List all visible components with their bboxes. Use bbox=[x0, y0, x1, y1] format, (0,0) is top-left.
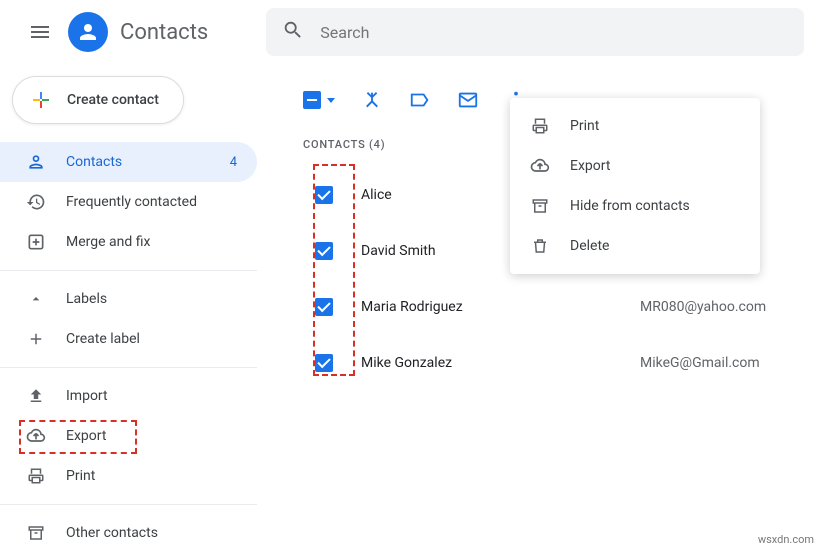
sidebar-labels-toggle[interactable]: Labels bbox=[0, 279, 257, 319]
watermark: wsxdn.com bbox=[758, 533, 814, 546]
hamburger-icon bbox=[28, 20, 52, 44]
plus-icon bbox=[26, 330, 46, 348]
label-button[interactable] bbox=[409, 89, 431, 111]
sidebar-item-label: Other contacts bbox=[66, 525, 237, 541]
sidebar-item-count: 4 bbox=[230, 155, 237, 170]
sidebar-create-label[interactable]: Create label bbox=[0, 319, 257, 359]
menu-hide[interactable]: Hide from contacts bbox=[510, 186, 760, 226]
row-checkbox[interactable] bbox=[315, 242, 333, 260]
contact-email: MikeG@Gmail.com bbox=[640, 355, 820, 371]
trash-icon bbox=[530, 237, 550, 255]
contacts-logo bbox=[68, 12, 108, 52]
sidebar-other-contacts[interactable]: Other contacts bbox=[0, 513, 257, 553]
contact-email: MR080@yahoo.com bbox=[640, 299, 820, 315]
sidebar-item-label: Merge and fix bbox=[66, 234, 237, 250]
hamburger-menu-button[interactable] bbox=[16, 8, 64, 56]
archive-icon bbox=[26, 524, 46, 542]
sidebar-item-label: Export bbox=[66, 428, 237, 444]
sidebar-item-frequent[interactable]: Frequently contacted bbox=[0, 182, 257, 222]
cloud-upload-icon bbox=[530, 156, 550, 176]
chevron-down-icon bbox=[327, 98, 335, 103]
search-bar[interactable] bbox=[266, 8, 804, 56]
archive-icon bbox=[530, 197, 550, 215]
app-title: Contacts bbox=[120, 20, 208, 45]
merge-button[interactable] bbox=[361, 89, 383, 111]
sidebar-item-label: Create label bbox=[66, 331, 237, 347]
sidebar-item-label: Contacts bbox=[66, 154, 230, 170]
email-button[interactable] bbox=[457, 89, 479, 111]
select-indeterminate-icon bbox=[303, 91, 321, 109]
row-checkbox[interactable] bbox=[315, 186, 333, 204]
print-icon bbox=[26, 467, 46, 485]
search-input[interactable] bbox=[320, 23, 788, 42]
header: Contacts bbox=[0, 0, 820, 64]
sidebar-item-label: Labels bbox=[66, 291, 237, 307]
print-icon bbox=[530, 117, 550, 135]
sidebar-import[interactable]: Import bbox=[0, 376, 257, 416]
sidebar-item-label: Frequently contacted bbox=[66, 194, 237, 210]
sidebar-print[interactable]: Print bbox=[0, 456, 257, 496]
create-contact-label: Create contact bbox=[67, 92, 159, 108]
contact-row[interactable]: Maria Rodriguez MR080@yahoo.com bbox=[275, 279, 820, 335]
contact-row[interactable]: Mike Gonzalez MikeG@Gmail.com bbox=[275, 335, 820, 391]
context-menu: Print Export Hide from contacts Delete bbox=[510, 98, 760, 274]
menu-item-label: Print bbox=[570, 118, 599, 134]
menu-item-label: Delete bbox=[570, 238, 609, 254]
divider bbox=[0, 504, 257, 505]
menu-item-label: Export bbox=[570, 158, 610, 174]
cloud-upload-icon bbox=[26, 426, 46, 446]
sidebar-item-contacts[interactable]: Contacts 4 bbox=[0, 142, 257, 182]
sidebar-export[interactable]: Export bbox=[0, 416, 257, 456]
menu-item-label: Hide from contacts bbox=[570, 198, 690, 214]
chevron-up-icon bbox=[26, 291, 46, 307]
menu-export[interactable]: Export bbox=[510, 146, 760, 186]
row-checkbox[interactable] bbox=[315, 354, 333, 372]
menu-print[interactable]: Print bbox=[510, 106, 760, 146]
merge-icon bbox=[361, 89, 383, 111]
history-icon bbox=[26, 192, 46, 212]
divider bbox=[0, 367, 257, 368]
person-outline-icon bbox=[26, 152, 46, 172]
person-icon bbox=[76, 20, 100, 44]
row-checkbox[interactable] bbox=[315, 298, 333, 316]
search-icon bbox=[282, 19, 304, 45]
sidebar-nav: Contacts 4 Frequently contacted Merge an… bbox=[0, 142, 275, 553]
menu-delete[interactable]: Delete bbox=[510, 226, 760, 266]
sidebar-item-label: Import bbox=[66, 388, 237, 404]
upload-icon bbox=[26, 387, 46, 405]
sidebar: Create contact Contacts 4 Frequently con… bbox=[0, 64, 275, 550]
plus-icon bbox=[29, 88, 53, 112]
create-contact-button[interactable]: Create contact bbox=[12, 76, 184, 124]
email-icon bbox=[457, 89, 479, 111]
sidebar-item-merge-fix[interactable]: Merge and fix bbox=[0, 222, 257, 262]
contact-name: Maria Rodriguez bbox=[361, 299, 640, 315]
selection-dropdown[interactable] bbox=[303, 91, 335, 109]
merge-fix-icon bbox=[26, 232, 46, 252]
label-icon bbox=[409, 89, 431, 111]
divider bbox=[0, 270, 257, 271]
contact-name: Mike Gonzalez bbox=[361, 355, 640, 371]
sidebar-item-label: Print bbox=[66, 468, 237, 484]
